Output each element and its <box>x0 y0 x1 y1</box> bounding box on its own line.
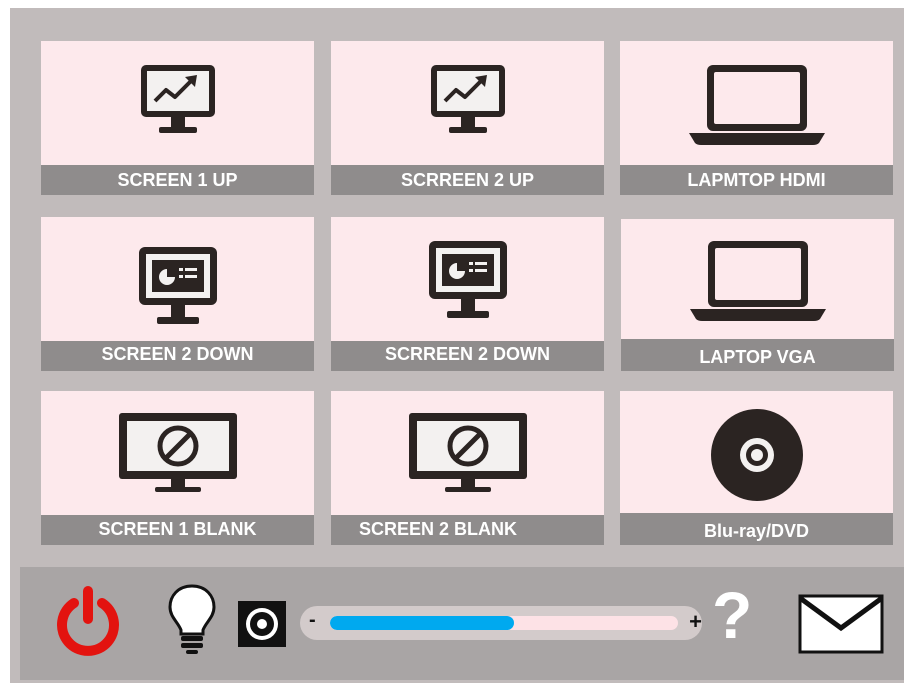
volume-up-button[interactable]: + <box>689 609 702 635</box>
help-button[interactable]: ? <box>712 580 752 650</box>
source-tile-screen2-down[interactable]: SCREEN 2 DOWN <box>41 217 314 371</box>
monitor-blank-icon <box>408 413 527 492</box>
monitor-presentation-icon <box>138 247 217 324</box>
source-label: SCREEN 1 UP <box>41 165 314 195</box>
volume-track <box>330 616 678 630</box>
source-label: SCREEN 2 BLANK <box>331 515 604 545</box>
lightbulb-icon[interactable] <box>166 582 218 656</box>
source-tile-bluray-dvd[interactable]: Blu-ray/DVD <box>620 391 893 545</box>
source-tile-screen1-up[interactable]: SCREEN 1 UP <box>41 41 314 195</box>
source-label: SCREEN 1 BLANK <box>41 515 314 545</box>
volume-down-button[interactable]: - <box>309 609 316 632</box>
monitor-presentation-icon <box>428 241 507 318</box>
laptop-icon <box>688 65 825 145</box>
source-label: SCREEN 2 DOWN <box>41 341 314 371</box>
source-label: LAPMTOP HDMI <box>620 165 893 195</box>
monitor-chart-icon <box>140 65 215 133</box>
speaker-icon[interactable] <box>238 601 286 647</box>
source-tile-screen1-blank[interactable]: SCREEN 1 BLANK <box>41 391 314 545</box>
monitor-blank-icon <box>118 413 237 492</box>
volume-level-fill <box>330 616 515 630</box>
source-tile-screen2-up[interactable]: SCRREEN 2 UP <box>331 41 604 195</box>
disc-icon <box>710 409 803 501</box>
monitor-chart-icon <box>430 65 505 133</box>
envelope-icon[interactable] <box>798 594 884 654</box>
source-label: Blu-ray/DVD <box>620 513 893 545</box>
source-tile-screen2-down-alt[interactable]: SCRREEN 2 DOWN <box>331 217 604 371</box>
source-label: SCRREEN 2 UP <box>331 165 604 195</box>
volume-slider[interactable]: - + <box>300 606 702 640</box>
source-label: LAPTOP VGA <box>621 339 894 371</box>
source-tile-screen2-blank[interactable]: SCREEN 2 BLANK <box>331 391 604 545</box>
power-icon[interactable] <box>52 585 124 657</box>
source-tile-laptop-vga[interactable]: LAPTOP VGA <box>621 219 894 371</box>
source-label: SCRREEN 2 DOWN <box>331 341 604 371</box>
source-tile-laptop-hdmi[interactable]: LAPMTOP HDMI <box>620 41 893 195</box>
laptop-icon <box>689 241 826 321</box>
